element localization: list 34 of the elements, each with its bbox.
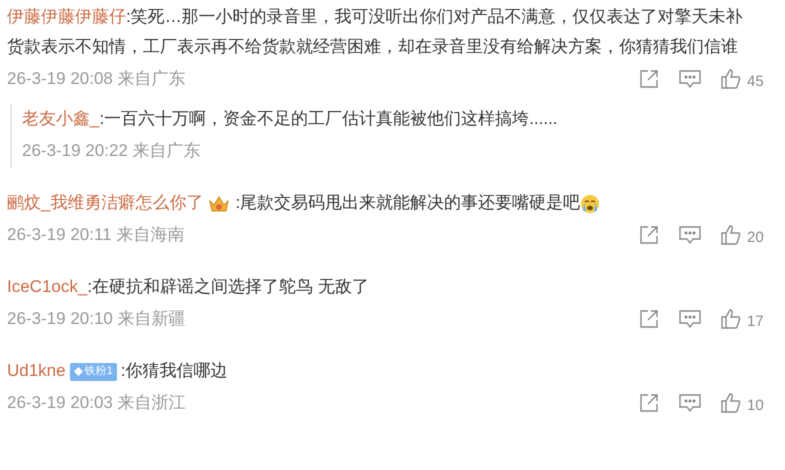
comment-text: 老友小鑫_:一百六十万啊，资金不足的工厂估计真能被他们这样搞垮......: [22, 108, 559, 130]
user-name[interactable]: 鹂炆_我维勇洁癖怎么你了: [7, 193, 204, 212]
comment-text: IceC1ock_:在硬抗和辟谣之间选择了鸵鸟 无敌了: [7, 276, 370, 298]
comment-meta: 26-3-19 20:22 来自广东: [22, 140, 201, 162]
like-icon[interactable]: [721, 225, 741, 245]
comment-icon[interactable]: [679, 69, 701, 89]
comment-text: 鹂炆_我维勇洁癖怎么你了 :尾款交易码甩出来就能解决的事还要嘴硬是吧: [7, 188, 752, 218]
comment-meta: 26-3-19 20:03 来自浙江: [7, 392, 186, 414]
diamond-icon: [74, 367, 83, 376]
share-icon[interactable]: [639, 225, 659, 245]
like-count: 20: [747, 230, 765, 245]
comment-icon[interactable]: [679, 225, 701, 245]
share-icon[interactable]: [639, 309, 659, 329]
like-count: 10: [747, 398, 765, 413]
user-name[interactable]: IceC1ock_: [7, 277, 88, 296]
user-name[interactable]: Ud1kne: [7, 361, 66, 380]
comment-icon[interactable]: [679, 393, 701, 413]
user-name[interactable]: 老友小鑫_: [22, 109, 100, 128]
badge-label: 铁粉1: [84, 366, 113, 378]
user-name[interactable]: 伊藤伊藤伊藤仔: [7, 7, 126, 26]
comment-meta: 26-3-19 20:08 来自广东: [7, 68, 186, 90]
comment-icon[interactable]: [679, 309, 701, 329]
share-icon[interactable]: [639, 393, 659, 413]
like-count: 45: [747, 74, 765, 89]
like-count: 17: [747, 314, 765, 329]
comment-meta: 26-3-19 20:10 来自新疆: [7, 308, 186, 330]
crying-emoji-icon: [580, 194, 600, 214]
comment-text: 伊藤伊藤伊藤仔:笑死…那一小时的录音里，我可没听出你们对产品不满意，仅仅表达了对擎天未补货款表示不知情，工厂表示再不给货款就经营困难，却在录音里没有给解决方案，你猜猜我们信谁: [7, 6, 744, 58]
like-icon[interactable]: [721, 69, 741, 89]
comment-meta: 26-3-19 20:11 来自海南: [7, 224, 184, 246]
comment-text: Ud1kne 铁粉1 :你猜我信哪边: [7, 360, 228, 383]
like-icon[interactable]: [721, 309, 741, 329]
like-icon[interactable]: [721, 393, 741, 413]
share-icon[interactable]: [639, 69, 659, 89]
